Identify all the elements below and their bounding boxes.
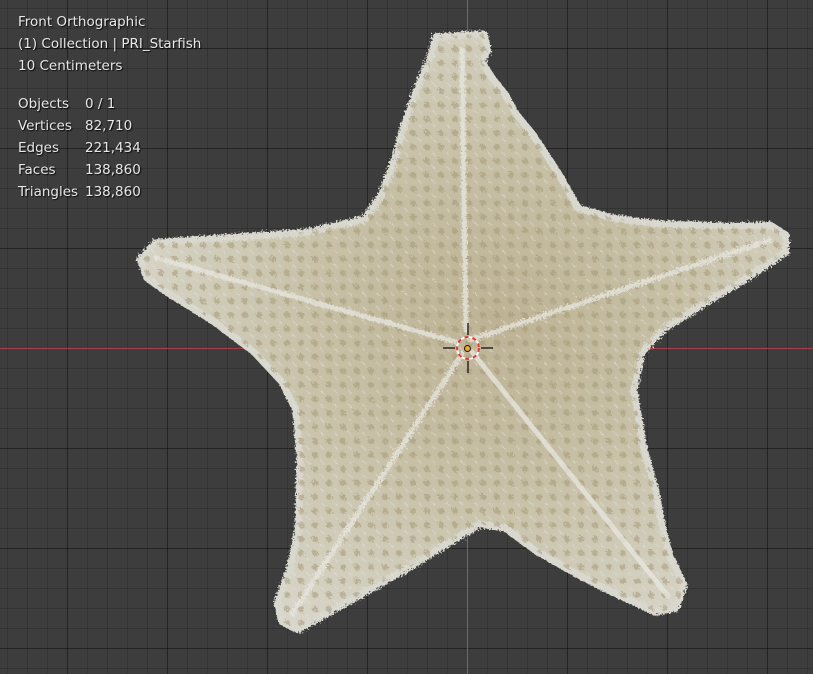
stat-value: 0 / 1	[85, 96, 116, 112]
stat-row-edges: Edges 221,434	[18, 137, 141, 159]
stat-row-vertices: Vertices 82,710	[18, 115, 141, 137]
scene-statistics: Objects 0 / 1 Vertices 82,710 Edges 221,…	[18, 93, 141, 203]
stat-label: Objects	[18, 96, 70, 112]
stat-row-triangles: Triangles 138,860	[18, 181, 141, 203]
3d-viewport[interactable]: Front Orthographic (1) Collection | PRI_…	[0, 0, 813, 674]
stat-label: Edges	[18, 140, 60, 156]
stat-row-objects: Objects 0 / 1	[18, 93, 141, 115]
view-name: Front Orthographic	[18, 14, 146, 30]
collection-label: (1) Collection | PRI_Starfish	[18, 36, 202, 52]
stat-value: 138,860	[85, 184, 141, 200]
stat-label: Faces	[18, 162, 56, 178]
stat-row-faces: Faces 138,860	[18, 159, 141, 181]
stat-value: 138,860	[85, 162, 141, 178]
stat-value: 82,710	[85, 118, 133, 134]
viewport-info: Front Orthographic (1) Collection | PRI_…	[18, 11, 201, 77]
object-origin-icon	[464, 345, 471, 352]
stat-label: Vertices	[18, 118, 72, 134]
stat-label: Triangles	[18, 184, 79, 200]
stat-value: 221,434	[85, 140, 141, 156]
scale-label: 10 Centimeters	[18, 58, 123, 74]
